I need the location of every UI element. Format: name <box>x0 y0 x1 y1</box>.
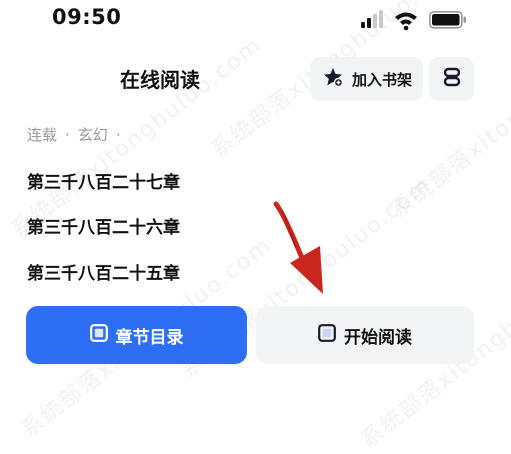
wifi-icon <box>395 12 417 31</box>
table-of-contents-button[interactable]: 章节目录 <box>26 306 247 364</box>
chapter-item[interactable]: 第三千八百二十五章 <box>27 259 180 284</box>
genre-tag: 玄幻 <box>77 126 108 144</box>
menu-button[interactable] <box>429 57 474 101</box>
chapter-item[interactable]: 第三千八百二十六章 <box>27 213 180 238</box>
add-to-bookshelf-button[interactable]: 加入书架 <box>310 57 423 101</box>
watermark: 系统部落xitongbuluo.com <box>386 12 511 224</box>
serial-status: 连载 <box>27 126 58 144</box>
chapter-item[interactable]: 第三千八百二十七章 <box>27 168 180 193</box>
start-reading-label: 开始阅读 <box>344 327 412 348</box>
meta-separator: · <box>115 125 121 144</box>
page-title: 在线阅读 <box>120 68 200 92</box>
status-icons <box>361 8 471 32</box>
meta-separator: · <box>65 125 70 144</box>
book-icon <box>318 323 336 347</box>
cellular-signal-icon <box>361 10 383 28</box>
bookshelf-star-icon <box>322 66 344 92</box>
status-bar: 09:50 <box>0 0 511 40</box>
battery-icon <box>429 11 466 29</box>
status-time: 09:50 <box>52 5 122 29</box>
add-to-bookshelf-label: 加入书架 <box>352 70 413 89</box>
contents-icon <box>89 323 108 347</box>
book-meta: 连载 · 玄幻 · <box>27 124 129 145</box>
start-reading-button[interactable]: 开始阅读 <box>256 306 474 364</box>
menu-icon <box>443 67 461 91</box>
toc-label: 章节目录 <box>115 327 184 348</box>
